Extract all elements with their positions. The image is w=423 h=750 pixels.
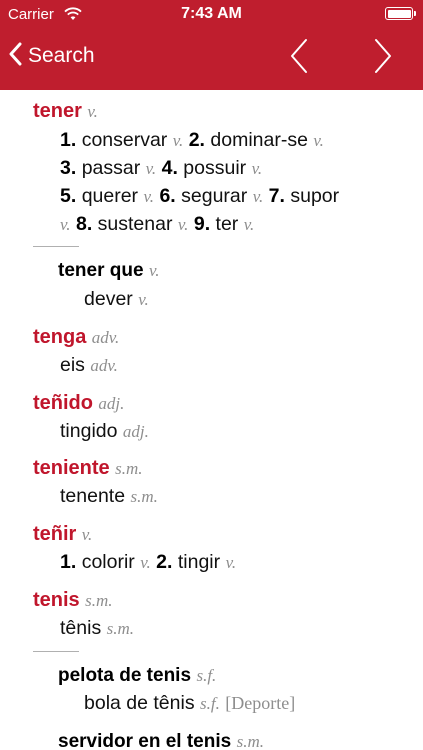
divider — [33, 651, 79, 652]
entry-headword-row[interactable]: teñir v. — [33, 523, 92, 546]
sense-translation[interactable]: supor — [290, 185, 339, 207]
part-of-speech: v. — [145, 159, 157, 178]
part-of-speech: v. — [177, 215, 189, 234]
sense-translation[interactable]: segurar — [181, 185, 247, 207]
headword: tenis — [33, 589, 80, 611]
sense-number: 2. — [156, 551, 173, 573]
sense-number: 1. — [60, 129, 77, 151]
part-of-speech: v. — [140, 553, 151, 572]
part-of-speech: s.m. — [236, 732, 265, 750]
subentry-row[interactable]: servidor en el tenis s.m. — [58, 730, 264, 750]
headword: teñido — [33, 392, 93, 414]
entry-headword-row[interactable]: tener v. — [33, 100, 98, 123]
sense-number: 2. — [188, 129, 205, 151]
sense-translation[interactable]: dominar-se — [210, 129, 308, 151]
part-of-speech: v. — [60, 215, 71, 234]
entry-headword-row[interactable]: tenis s.m. — [33, 589, 113, 612]
previous-entry-button[interactable] — [282, 36, 318, 76]
headword: teniente — [33, 457, 110, 479]
sense-number: 8. — [75, 213, 93, 235]
dictionary-content[interactable]: tener v. 1. conservar v. 2. dominar-se v… — [0, 84, 423, 750]
subentry-phrase: servidor en el tenis — [58, 731, 232, 750]
sense-number: 7. — [268, 185, 285, 207]
navigation-bar: Search — [0, 28, 423, 84]
divider — [33, 246, 79, 247]
sense-translation[interactable]: sustenar — [98, 213, 173, 235]
part-of-speech: v. — [313, 131, 324, 150]
headword: teñir — [33, 523, 77, 545]
sense-translation[interactable]: colorir — [82, 551, 135, 573]
part-of-speech: adv. — [91, 328, 120, 347]
headword: tener — [33, 100, 82, 122]
subentry-translation-row: dever v. — [84, 288, 149, 311]
chevron-left-icon — [291, 39, 307, 73]
back-button-label: Search — [28, 44, 95, 67]
part-of-speech: v. — [225, 553, 237, 572]
battery-icon — [385, 7, 416, 20]
clock: 7:43 AM — [181, 5, 242, 22]
part-of-speech: v. — [143, 187, 155, 206]
status-bar: Carrier 7:43 AM — [0, 0, 423, 28]
part-of-speech: v. — [172, 131, 184, 150]
translation[interactable]: dever — [84, 288, 133, 310]
sense-number: 6. — [159, 185, 176, 207]
part-of-speech: s.m. — [115, 459, 143, 478]
translation-row: tenente s.m. — [60, 485, 158, 508]
chevron-left-icon — [8, 42, 22, 71]
entry-headword-row[interactable]: tenga adv. — [33, 326, 119, 349]
subentry-row[interactable]: pelota de tenis s.f. — [58, 664, 216, 687]
subentry-phrase: tener que — [58, 260, 144, 281]
part-of-speech: v. — [251, 159, 263, 178]
part-of-speech: s.m. — [85, 591, 113, 610]
part-of-speech: v. — [81, 525, 93, 544]
subentry-row[interactable]: tener que v. — [58, 259, 160, 282]
chevron-right-icon — [375, 39, 391, 73]
translation[interactable]: tenente — [60, 485, 125, 507]
sense-number: 9. — [193, 213, 211, 235]
part-of-speech: v. — [148, 261, 160, 280]
sense-number: 4. — [161, 157, 178, 179]
translation-row: tênis s.m. — [60, 617, 134, 640]
translation[interactable]: eis — [60, 354, 85, 376]
sense-translation[interactable]: passar — [82, 157, 141, 179]
sense-line: v. 8. sustenar v. 9. ter v. — [60, 213, 254, 236]
sense-number: 5. — [60, 185, 77, 207]
subentry-phrase: pelota de tenis — [58, 665, 192, 686]
part-of-speech: v. — [252, 187, 264, 206]
sense-translation[interactable]: querer — [82, 185, 138, 207]
sense-line: 5. querer v. 6. segurar v. 7. supor — [60, 185, 339, 208]
part-of-speech: v. — [87, 102, 98, 121]
next-entry-button[interactable] — [364, 36, 400, 76]
part-of-speech: adj. — [122, 422, 149, 441]
translation[interactable]: tênis — [60, 617, 101, 639]
part-of-speech: v. — [138, 290, 149, 309]
back-button[interactable]: Search — [8, 38, 95, 74]
entry-headword-row[interactable]: teñido adj. — [33, 392, 124, 415]
translation-row: tingido adj. — [60, 420, 149, 443]
sense-number: 3. — [60, 157, 77, 179]
translation[interactable]: bola de tênis — [84, 692, 195, 714]
headword: tenga — [33, 326, 87, 348]
part-of-speech: adv. — [90, 356, 118, 375]
sense-translation[interactable]: tingir — [178, 551, 220, 573]
sense-number: 1. — [60, 551, 77, 573]
sense-translation[interactable]: conservar — [82, 129, 168, 151]
domain-label: [Deporte] — [225, 693, 296, 713]
sense-translation[interactable]: possuir — [183, 157, 246, 179]
part-of-speech: s.f. — [196, 666, 217, 685]
part-of-speech: s.m. — [130, 487, 158, 506]
part-of-speech: v. — [243, 215, 255, 234]
sense-line: 3. passar v. 4. possuir v. — [60, 157, 262, 180]
part-of-speech: adj. — [98, 394, 125, 413]
sense-line: 1. colorir v. 2. tingir v. — [60, 551, 236, 574]
part-of-speech: s.f. — [200, 694, 220, 713]
part-of-speech: s.m. — [106, 619, 135, 638]
entry-headword-row[interactable]: teniente s.m. — [33, 457, 143, 480]
sense-line: 1. conservar v. 2. dominar-se v. — [60, 129, 324, 152]
subentry-translation-row: bola de tênis s.f. [Deporte] — [84, 692, 295, 715]
translation[interactable]: tingido — [60, 420, 117, 442]
sense-translation[interactable]: ter — [216, 213, 239, 235]
translation-row: eis adv. — [60, 354, 118, 377]
